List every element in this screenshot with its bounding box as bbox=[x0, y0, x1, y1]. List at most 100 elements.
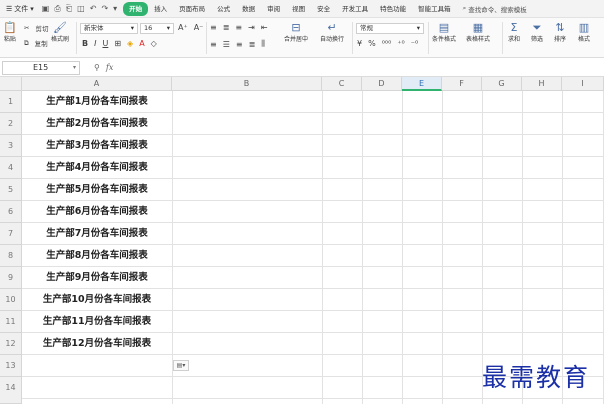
row-header[interactable]: 7 bbox=[0, 223, 22, 245]
preview-icon[interactable]: ◫ bbox=[77, 4, 85, 14]
decimal-increase-icon[interactable]: ⁺⁰ bbox=[397, 39, 404, 48]
zoom-icon[interactable]: ⚲ bbox=[94, 63, 100, 72]
row-header[interactable]: 14 bbox=[0, 377, 22, 404]
row-header[interactable]: 10 bbox=[0, 289, 22, 311]
font-increase-icon[interactable]: A⁺ bbox=[178, 23, 188, 32]
export-icon[interactable]: ⎙ bbox=[54, 4, 60, 14]
align-right-icon[interactable]: ≡ bbox=[236, 40, 243, 49]
print-icon[interactable]: ⎗ bbox=[66, 4, 72, 14]
formula-input[interactable] bbox=[119, 61, 604, 75]
column-header-h[interactable]: H bbox=[522, 77, 562, 91]
cell-a12[interactable]: 生产部12月份各车间报表 bbox=[22, 333, 172, 355]
cell-a4[interactable]: 生产部4月份各车间报表 bbox=[22, 157, 172, 179]
fx-icon[interactable]: fx bbox=[106, 63, 113, 72]
conditional-format-button[interactable]: ▤ 条件格式 bbox=[432, 21, 456, 43]
italic-icon[interactable]: I bbox=[94, 39, 96, 48]
tab-review[interactable]: 审阅 bbox=[261, 2, 286, 16]
cell-a3[interactable]: 生产部3月份各车间报表 bbox=[22, 135, 172, 157]
row-header[interactable]: 4 bbox=[0, 157, 22, 179]
filter-button[interactable]: ⏷ 筛选 bbox=[531, 21, 543, 43]
undo-icon[interactable]: ↶ bbox=[90, 4, 97, 14]
tab-formula[interactable]: 公式 bbox=[211, 2, 236, 16]
column-header-e[interactable]: E bbox=[402, 77, 442, 91]
format-painter-button[interactable]: 🖌 格式刷 bbox=[51, 21, 69, 43]
font-name-select[interactable]: 新宋体 ▾ bbox=[80, 23, 138, 34]
align-left-icon[interactable]: ≡ bbox=[210, 40, 217, 49]
cell-a6[interactable]: 生产部6月份各车间报表 bbox=[22, 201, 172, 223]
column-header-f[interactable]: F bbox=[442, 77, 482, 91]
column-header-i[interactable]: I bbox=[562, 77, 604, 91]
align-top-icon[interactable]: ≡ bbox=[210, 23, 217, 32]
row-header[interactable]: 11 bbox=[0, 311, 22, 333]
cut-button[interactable]: ✂ 剪切 bbox=[24, 23, 48, 33]
copy-button[interactable]: ⧉ 复制 bbox=[24, 38, 48, 49]
chevron-down-icon[interactable]: ▾ bbox=[113, 4, 117, 14]
number-format-select[interactable]: 常规 ▾ bbox=[356, 23, 424, 34]
cell-a2[interactable]: 生产部2月份各车间报表 bbox=[22, 113, 172, 135]
tab-smart-toolbox[interactable]: 智能工具箱 bbox=[412, 2, 457, 16]
tab-security[interactable]: 安全 bbox=[311, 2, 336, 16]
font-color-icon[interactable]: A bbox=[139, 39, 144, 48]
row-header[interactable]: 6 bbox=[0, 201, 22, 223]
sum-button[interactable]: Σ 求和 bbox=[508, 21, 520, 43]
justify-icon[interactable]: ≣ bbox=[249, 40, 256, 49]
row-header[interactable]: 9 bbox=[0, 267, 22, 289]
file-menu-button[interactable]: ☰ 文件 ▾ bbox=[2, 2, 38, 16]
table-style-button[interactable]: ▦ 表格样式 bbox=[466, 21, 490, 43]
align-middle-icon[interactable]: ≣ bbox=[223, 23, 230, 32]
merge-center-button[interactable]: ⊟ 合并居中 bbox=[284, 21, 308, 43]
font-decrease-icon[interactable]: A⁻ bbox=[194, 23, 204, 32]
column-header-a[interactable]: A bbox=[22, 77, 172, 91]
clear-icon[interactable]: ◇ bbox=[151, 39, 157, 48]
row-header[interactable]: 12 bbox=[0, 333, 22, 355]
tab-view[interactable]: 视图 bbox=[286, 2, 311, 16]
cell-a11[interactable]: 生产部11月份各车间报表 bbox=[22, 311, 172, 333]
paste-button[interactable]: 📋 粘贴 bbox=[3, 21, 17, 43]
column-header-b[interactable]: B bbox=[172, 77, 322, 91]
cell-a9[interactable]: 生产部9月份各车间报表 bbox=[22, 267, 172, 289]
tab-data[interactable]: 数据 bbox=[236, 2, 261, 16]
bold-icon[interactable]: B bbox=[82, 39, 88, 48]
sort-button[interactable]: ⇅ 排序 bbox=[554, 21, 566, 43]
column-header-g[interactable]: G bbox=[482, 77, 522, 91]
row-header[interactable]: 13 bbox=[0, 355, 22, 377]
outdent-icon[interactable]: ⇤ bbox=[261, 23, 268, 32]
row-header[interactable]: 1 bbox=[0, 91, 22, 113]
name-box[interactable]: E15 ▾ bbox=[2, 60, 80, 75]
currency-icon[interactable]: ¥ bbox=[357, 39, 362, 48]
thousands-icon[interactable]: ⁰⁰⁰ bbox=[382, 39, 392, 48]
auto-wrap-button[interactable]: ↵ 自动换行 bbox=[320, 21, 344, 43]
percent-icon[interactable]: % bbox=[368, 39, 376, 48]
tab-page-layout[interactable]: 页面布局 bbox=[173, 2, 211, 16]
tab-features[interactable]: 特色功能 bbox=[374, 2, 412, 16]
paste-options-button[interactable]: ▤▾ bbox=[173, 360, 189, 371]
select-all-corner[interactable] bbox=[0, 77, 22, 91]
cell-a8[interactable]: 生产部8月份各车间报表 bbox=[22, 245, 172, 267]
align-center-icon[interactable]: ☰ bbox=[223, 40, 230, 49]
cell-a7[interactable]: 生产部7月份各车间报表 bbox=[22, 223, 172, 245]
tab-developer[interactable]: 开发工具 bbox=[336, 2, 374, 16]
row-header[interactable]: 2 bbox=[0, 113, 22, 135]
column-header-d[interactable]: D bbox=[362, 77, 402, 91]
format-button[interactable]: ▥ 格式 bbox=[578, 21, 590, 43]
cell-a1[interactable]: 生产部1月份各车间报表 bbox=[22, 91, 172, 113]
column-header-c[interactable]: C bbox=[322, 77, 362, 91]
row-header[interactable]: 3 bbox=[0, 135, 22, 157]
align-bottom-icon[interactable]: ≡ bbox=[235, 23, 242, 32]
command-search[interactable]: ⌕ 查找命令、搜索模板 bbox=[463, 4, 527, 14]
tab-start[interactable]: 开始 bbox=[123, 1, 149, 16]
indent-icon[interactable]: ⇥ bbox=[248, 23, 255, 32]
row-header[interactable]: 5 bbox=[0, 179, 22, 201]
cell-a10[interactable]: 生产部10月份各车间报表 bbox=[22, 289, 172, 311]
fill-color-icon[interactable]: ◈ bbox=[127, 39, 133, 48]
decimal-decrease-icon[interactable]: ⁻⁰ bbox=[411, 39, 418, 48]
distribute-icon[interactable]: ⫼ bbox=[261, 39, 265, 49]
border-icon[interactable]: ⊞ bbox=[114, 39, 121, 48]
cell-a5[interactable]: 生产部5月份各车间报表 bbox=[22, 179, 172, 201]
redo-icon[interactable]: ↷ bbox=[101, 4, 108, 14]
row-header[interactable]: 8 bbox=[0, 245, 22, 267]
font-size-select[interactable]: 16 ▾ bbox=[140, 23, 174, 34]
save-icon[interactable]: ▣ bbox=[42, 4, 50, 14]
tab-insert[interactable]: 插入 bbox=[148, 2, 173, 16]
underline-icon[interactable]: U bbox=[102, 39, 108, 48]
